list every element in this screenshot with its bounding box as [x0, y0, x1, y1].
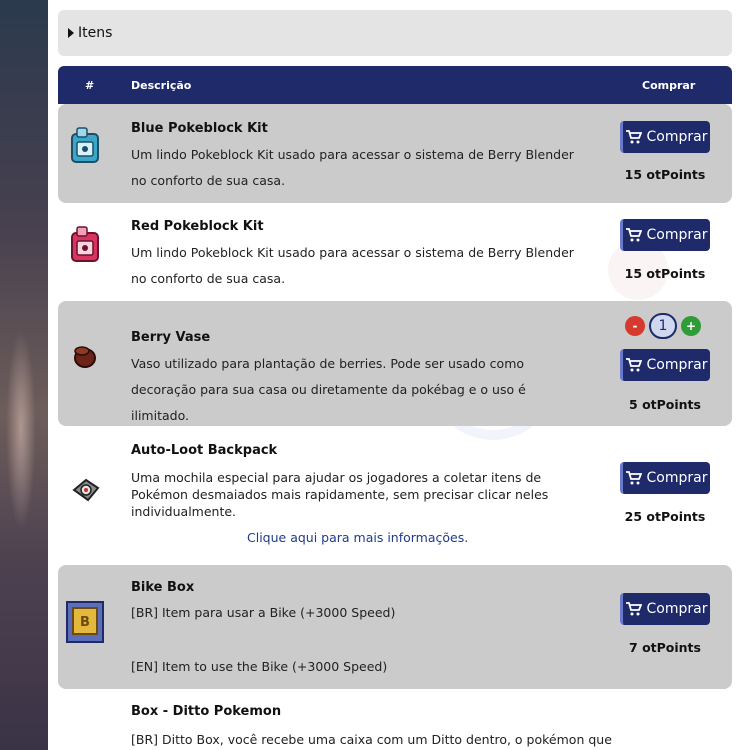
quantity-stepper: - 1 +	[625, 313, 701, 339]
item-title: Auto-Loot Backpack	[131, 443, 278, 458]
buy-button[interactable]: Comprar	[620, 462, 710, 494]
itens-section-label: Itens	[78, 25, 113, 41]
buy-button[interactable]: Comprar	[620, 593, 710, 625]
item-price: 5 otPoints	[629, 397, 701, 412]
table-header: # Descrição Comprar	[58, 66, 732, 104]
berry-vase-icon	[74, 346, 96, 368]
item-description: Uma mochila especial para ajudar os joga…	[131, 470, 549, 519]
item-title: Bike Box	[131, 580, 195, 595]
cart-icon	[625, 602, 642, 616]
svg-text:B: B	[80, 615, 90, 630]
backpack-icon	[72, 478, 100, 502]
header-description: Descrição	[131, 79, 192, 92]
buy-button-label: Comprar	[646, 129, 708, 145]
item-price: 7 otPoints	[629, 640, 701, 655]
table-row: Red Pokeblock Kit Um lindo Pokeblock Kit…	[58, 203, 732, 301]
item-title: Blue Pokeblock Kit	[131, 121, 268, 136]
buy-button[interactable]: Comprar	[620, 349, 710, 381]
item-description-br: [BR] Item para usar a Bike (+3000 Speed)	[131, 605, 396, 620]
buy-button-label: Comprar	[646, 470, 708, 486]
item-description: Vaso utilizado para plantação de berries…	[131, 356, 526, 423]
table-row: - 1 + Berry Vase Vaso utilizado para pla…	[58, 301, 732, 426]
buy-button-label: Comprar	[646, 357, 708, 373]
item-price: 25 otPoints	[624, 509, 706, 524]
caret-right-icon	[68, 28, 74, 38]
item-price: 15 otPoints	[624, 167, 706, 182]
header-number: #	[85, 79, 95, 92]
item-description-br: [BR] Ditto Box, você recebe uma caixa co…	[131, 732, 612, 747]
item-title: Red Pokeblock Kit	[131, 219, 264, 234]
quantity-increase-button[interactable]: +	[681, 316, 701, 336]
buy-button-label: Comprar	[646, 601, 708, 617]
item-description: Um lindo Pokeblock Kit usado para acessa…	[131, 245, 574, 286]
header-buy: Comprar	[642, 79, 696, 92]
cart-icon	[625, 471, 642, 485]
bike-box-icon: B	[66, 601, 104, 643]
more-info-link[interactable]: Clique aqui para mais informações.	[247, 530, 468, 545]
background-glow	[6, 330, 36, 530]
itens-section-toggle[interactable]: Itens	[58, 10, 732, 56]
item-description-en: [EN] Item to use the Bike (+3000 Speed)	[131, 659, 388, 674]
table-row: Blue Pokeblock Kit Um lindo Pokeblock Ki…	[58, 104, 732, 203]
table-row: Auto-Loot Backpack Uma mochila especial …	[58, 426, 732, 565]
item-price: 15 otPoints	[624, 266, 706, 281]
quantity-decrease-button[interactable]: -	[625, 316, 645, 336]
cart-icon	[625, 130, 642, 144]
buy-button[interactable]: Comprar	[620, 219, 710, 251]
cart-icon	[625, 228, 642, 242]
table-row: B Bike Box [BR] Item para usar a Bike (+…	[58, 565, 732, 689]
blue-pokeblock-kit-icon	[71, 127, 99, 163]
buy-button-label: Comprar	[646, 227, 708, 243]
item-description: Um lindo Pokeblock Kit usado para acessa…	[131, 147, 574, 188]
page-background-art	[0, 0, 48, 750]
shop-panel: Itens # Descrição Comprar Blue Pokeblock…	[48, 0, 739, 750]
quantity-input[interactable]: 1	[649, 313, 677, 339]
item-title: Box - Ditto Pokemon	[131, 704, 282, 719]
table-row: Box - Ditto Pokemon [BR] Ditto Box, você…	[58, 689, 732, 750]
item-title: Berry Vase	[131, 330, 211, 345]
cart-icon	[625, 358, 642, 372]
red-pokeblock-kit-icon	[71, 226, 99, 262]
buy-button[interactable]: Comprar	[620, 121, 710, 153]
